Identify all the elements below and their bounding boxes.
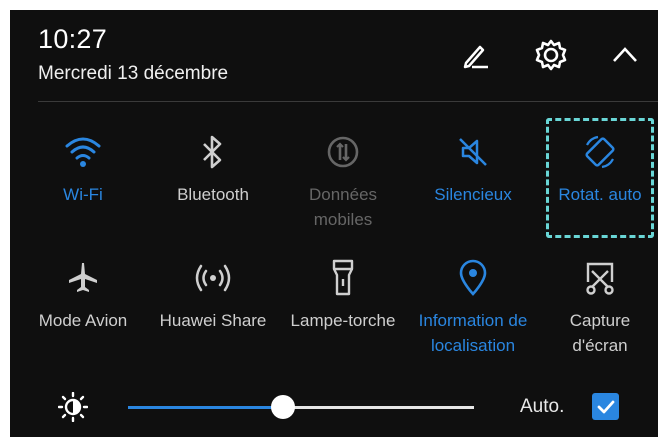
date-label: Mercredi 13 décembre [38,63,229,84]
tile-label: Silencieux [434,185,512,204]
checkmark-icon [597,400,614,413]
screenshot-icon [537,260,663,296]
brightness-slider-filled[interactable] [128,406,284,409]
tile-label: Données mobiles [308,185,378,229]
tile-label: Mode Avion [38,311,128,330]
brightness-slider-thumb[interactable] [271,395,295,419]
brightness-icon [57,391,89,423]
tile-silent[interactable]: Silencieux [410,134,536,244]
silent-icon [410,134,536,170]
tile-label: Capture d'écran [569,311,631,355]
clock-time: 10:27 [38,24,108,54]
flashlight-icon [280,259,406,296]
tile-huawei-share[interactable]: Huawei Share [150,260,276,370]
tile-bluetooth[interactable]: Bluetooth [150,134,276,244]
tile-label: Bluetooth [177,185,249,204]
settings-icon[interactable] [534,38,568,72]
tile-screenshot[interactable]: Capture d'écran [537,260,663,370]
focus-highlight [546,118,654,238]
collapse-icon[interactable] [608,38,642,72]
tile-airplane-mode[interactable]: Mode Avion [20,260,146,370]
tile-label: Information de localisation [418,311,528,355]
tile-flashlight[interactable]: Lampe-torche [280,259,406,370]
wifi-icon [20,134,146,170]
auto-brightness-label: Auto. [520,396,565,417]
huawei-share-icon [150,260,276,296]
edit-icon[interactable] [458,38,492,72]
tile-mobile-data[interactable]: Données mobiles [280,134,406,244]
tile-label: Wi-Fi [63,185,103,204]
tile-label: Lampe-torche [290,311,396,330]
bluetooth-icon [150,134,276,170]
brightness-slider-track[interactable] [284,406,474,409]
mobile-data-icon [280,134,406,170]
quick-settings-panel: 10:27 Mercredi 13 décembre Wi-Fi Bluetoo… [10,10,658,437]
tile-location[interactable]: Information de localisation [410,259,536,370]
header-divider [38,101,658,102]
tile-label: Huawei Share [159,311,267,330]
tile-wifi[interactable]: Wi-Fi [20,134,146,244]
location-icon [410,259,536,296]
airplane-icon [20,260,146,296]
auto-brightness-checkbox[interactable] [592,393,619,420]
